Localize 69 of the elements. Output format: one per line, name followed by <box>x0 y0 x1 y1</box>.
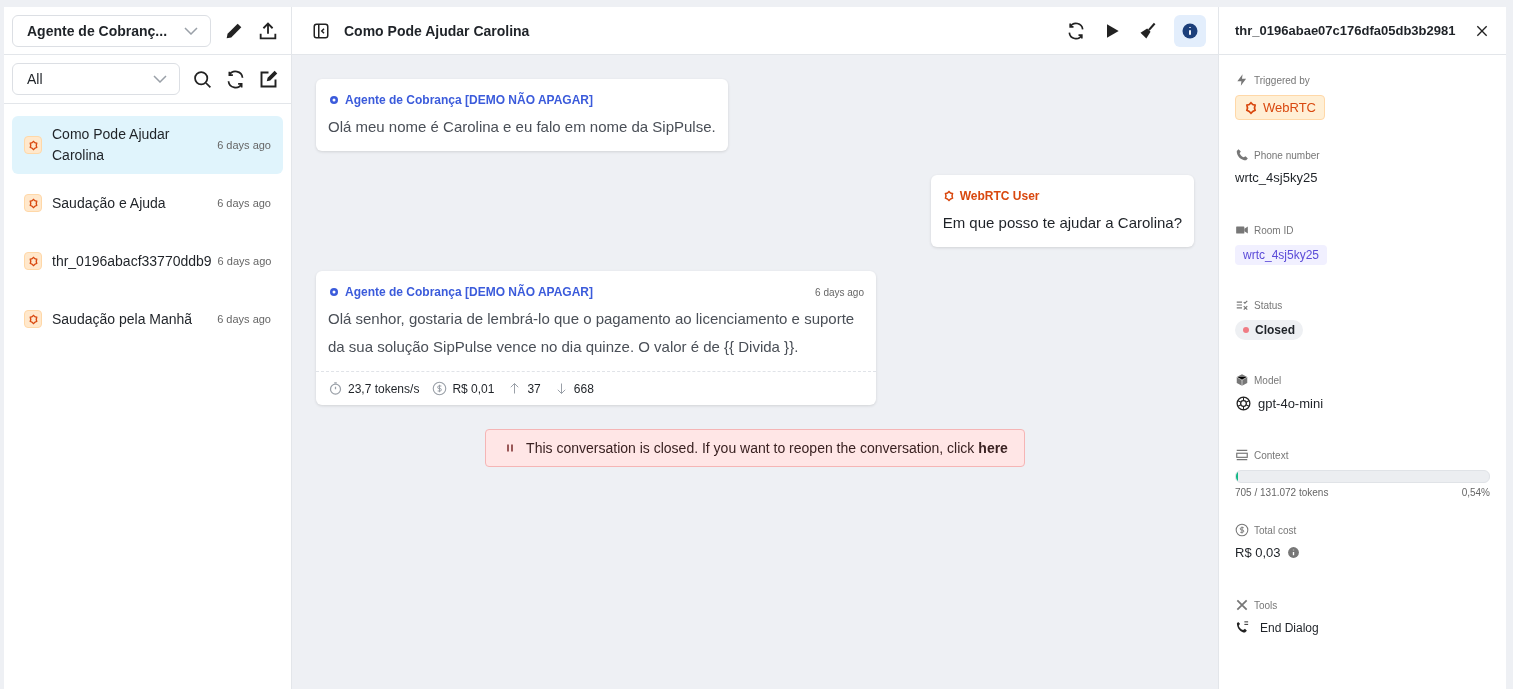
trigger-badge: WebRTC <box>1235 95 1325 120</box>
field-label: Room ID <box>1254 224 1294 236</box>
chevron-down-icon <box>153 75 167 83</box>
thread-item[interactable]: thr_0196abacf33770ddb9 6 days ago <box>12 232 283 290</box>
phone-number: wrtc_4sj5ky25 <box>1235 170 1318 185</box>
speed-stat: 23,7 tokens/s <box>348 381 420 396</box>
dollar-icon <box>1235 523 1249 537</box>
reopen-link[interactable]: here <box>978 440 1008 456</box>
agent-icon <box>328 94 340 106</box>
field-label: Model <box>1254 374 1282 386</box>
field-label: Context <box>1254 449 1289 461</box>
message-time: 6 days ago <box>815 286 864 298</box>
lightning-icon <box>1235 73 1249 87</box>
thread-item[interactable]: Saudação e Ajuda 6 days ago <box>12 174 283 232</box>
agent-icon <box>328 286 340 298</box>
sender-name: Agente de Cobrança [DEMO NÃO APAGAR] <box>328 285 593 299</box>
thread-time: 6 days ago <box>217 139 271 151</box>
status-icon <box>1235 298 1249 312</box>
cube-icon <box>1235 373 1249 387</box>
tool-name: End Dialog <box>1260 620 1319 635</box>
output-tokens: 668 <box>573 381 594 396</box>
dollar-icon <box>432 381 448 396</box>
context-percent: 0,54% <box>1461 487 1490 498</box>
phone-icon <box>1235 148 1249 162</box>
message-text: Olá senhor, gostaria de lembrá-lo que o pagamento ao licenciamento e suporte da sua solução SipPulse vence no dia quinze. O valor é de {{ Divida }}. <box>328 309 856 357</box>
status-badge: Closed <box>1235 320 1303 340</box>
flower-icon <box>942 190 955 202</box>
thread-title: Como Pode Ajudar Carolina <box>52 125 171 165</box>
input-tokens: 37 <box>527 381 541 396</box>
cost-stat: R$ 0,01 <box>452 381 495 396</box>
info-icon <box>1286 546 1300 559</box>
thread-id: thr_0196abae07c176dfa05db3b2981 <box>1235 23 1456 38</box>
thread-title: Saudação e Ajuda <box>52 193 167 213</box>
field-label: Status <box>1254 299 1283 311</box>
model-name: gpt-4o-mini <box>1258 396 1324 411</box>
filter-select[interactable]: All <box>12 63 180 95</box>
field-label: Tools <box>1254 599 1278 611</box>
message-text: Em que posso te ajudar a Carolina? <box>942 213 1182 233</box>
refresh-icon[interactable] <box>225 68 246 90</box>
new-chat-icon[interactable] <box>258 68 279 90</box>
info-button[interactable] <box>1174 14 1206 47</box>
thread-item[interactable]: Como Pode Ajudar Carolina 6 days ago <box>12 116 283 174</box>
thread-time: 6 days ago <box>217 313 271 325</box>
thread-time: 6 days ago <box>217 255 272 267</box>
message-text: Olá meu nome é Carolina e eu falo em nome da SipPulse. <box>328 117 716 137</box>
thread-item[interactable]: Saudação pela Manhã 6 days ago <box>12 290 283 348</box>
broom-icon[interactable] <box>1138 20 1158 41</box>
notice-text: This conversation is closed. If you want to reopen the conversation, click <box>526 440 975 456</box>
info-icon <box>1181 21 1199 40</box>
field-label: Total cost <box>1254 524 1297 536</box>
thread-title: Saudação pela Manhã <box>52 309 194 329</box>
sender-name: WebRTC User <box>942 189 1040 203</box>
flower-icon <box>1244 100 1258 115</box>
field-label: Phone number <box>1254 149 1320 161</box>
chevron-down-icon <box>184 26 198 35</box>
timer-icon <box>328 381 343 396</box>
thread-time: 6 days ago <box>217 197 271 209</box>
field-label: Triggered by <box>1254 74 1310 86</box>
total-cost: R$ 0,03 <box>1235 545 1281 560</box>
agent-select[interactable]: Agente de Cobranç... <box>12 14 211 47</box>
search-icon[interactable] <box>192 68 213 90</box>
chat-title: Como Pode Ajudar Carolina <box>344 22 530 39</box>
token-count: 705 / 131.072 tokens <box>1235 487 1329 498</box>
refresh-icon[interactable] <box>1066 20 1086 41</box>
sidebar-toggle-icon[interactable] <box>312 21 330 40</box>
sender-name: Agente de Cobrança [DEMO NÃO APAGAR] <box>328 93 593 107</box>
room-id: wrtc_4sj5ky25 <box>1235 245 1328 265</box>
phone-end-icon <box>1235 620 1250 635</box>
thread-title: thr_0196abacf33770ddb9 <box>52 251 212 271</box>
